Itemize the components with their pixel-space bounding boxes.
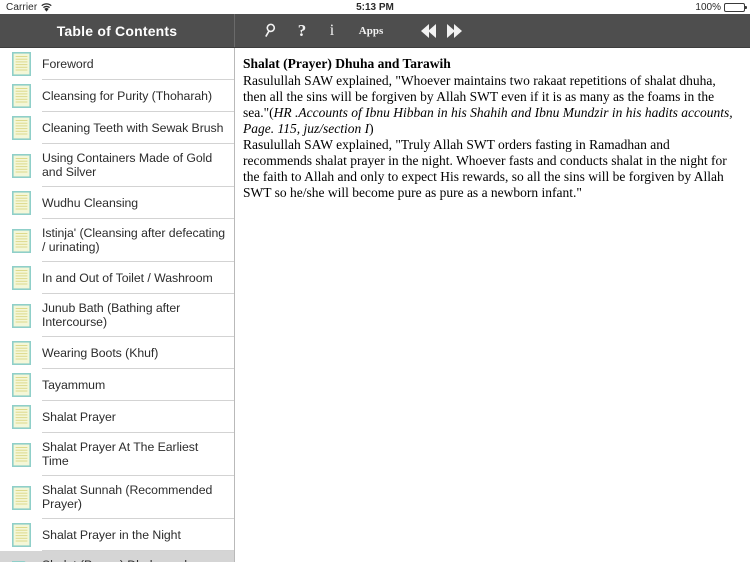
search-icon[interactable] — [251, 14, 287, 47]
status-bar: Carrier 5:13 PM 100% — [0, 0, 750, 14]
list-item-label: Shalat Prayer At The Earliest Time — [42, 440, 199, 468]
reader-pane: Shalat (Prayer) Dhuha and Tarawih Rasulu… — [235, 48, 750, 562]
list-item-label: Cleaning Teeth with Sewak Brush — [42, 120, 224, 135]
paragraph-1-citation: HR .Accounts of Ibnu Hibban in his Shahi… — [243, 105, 733, 136]
list-item-label: Shalat Sunnah (Recommended Prayer) — [42, 483, 213, 511]
list-item[interactable]: Shalat (Prayer) Dhuha and Tarawih — [0, 551, 234, 562]
previous-icon[interactable] — [415, 14, 441, 47]
list-item-label-cell: In and Out of Toilet / Washroom — [42, 262, 234, 294]
list-item-label: In and Out of Toilet / Washroom — [42, 270, 213, 285]
document-icon — [0, 219, 42, 262]
list-item-label-cell: Wearing Boots (Khuf) — [42, 337, 234, 369]
list-item-label: Wudhu Cleansing — [42, 195, 139, 210]
list-item[interactable]: Shalat Prayer At The Earliest Time — [0, 433, 234, 476]
chapter-paragraph-2: Rasulullah SAW explained, "Truly Allah S… — [243, 137, 727, 200]
content-area: Foreword Cleansing for Purity (Thoharah) C… — [0, 48, 750, 562]
document-icon — [0, 262, 42, 294]
table-of-contents-title: Table of Contents — [56, 22, 178, 39]
info-icon[interactable]: i — [317, 14, 347, 47]
list-item-label-cell: Foreword — [42, 48, 234, 80]
list-item[interactable]: Cleaning Teeth with Sewak Brush — [0, 112, 234, 144]
table-of-contents-list: Foreword Cleansing for Purity (Thoharah) C… — [0, 48, 234, 562]
list-item[interactable]: Wudhu Cleansing — [0, 187, 234, 219]
apps-button[interactable]: Apps — [347, 14, 395, 47]
list-item[interactable]: In and Out of Toilet / Washroom — [0, 262, 234, 294]
toolbar: Table of Contents ? i Apps — [0, 14, 750, 48]
list-item-label: Junub Bath (Bathing after Intercourse) — [42, 301, 181, 329]
list-item[interactable]: Shalat Prayer in the Night — [0, 519, 234, 551]
list-item-label-cell: Shalat Prayer in the Night — [42, 519, 234, 551]
list-item-label-cell: Shalat Sunnah (Recommended Prayer) — [42, 476, 234, 519]
list-item-label: Shalat Prayer — [42, 409, 116, 424]
chapter-title: Shalat (Prayer) Dhuha and Tarawih — [243, 56, 451, 71]
list-item[interactable]: Tayammum — [0, 369, 234, 401]
chapter-paragraph-1: Rasulullah SAW explained, "Whoever maint… — [243, 73, 740, 137]
list-item-label: Shalat (Prayer) Dhuha and Tarawih — [42, 558, 226, 562]
document-icon — [0, 519, 42, 551]
list-item-label: Istinja' (Cleansing after defecating / u… — [42, 226, 226, 254]
list-item-label: Shalat Prayer in the Night — [42, 527, 181, 542]
document-icon — [0, 48, 42, 80]
list-item[interactable]: Istinja' (Cleansing after defecating / u… — [0, 219, 234, 262]
list-item[interactable]: Foreword — [0, 48, 234, 80]
document-open-icon — [0, 551, 42, 562]
document-icon — [0, 112, 42, 144]
table-of-contents-sidebar[interactable]: Foreword Cleansing for Purity (Thoharah) C… — [0, 48, 235, 562]
list-item-label-cell: Shalat Prayer — [42, 401, 234, 433]
document-icon — [0, 476, 42, 519]
next-icon[interactable] — [441, 14, 467, 47]
list-item-label-cell: Shalat (Prayer) Dhuha and Tarawih — [42, 551, 234, 562]
list-item-label-cell: Tayammum — [42, 369, 234, 401]
battery-full-icon — [724, 2, 747, 12]
toolbar-buttons: ? i Apps — [235, 14, 750, 47]
list-item[interactable]: Cleansing for Purity (Thoharah) — [0, 80, 234, 112]
paragraph-1-tail: ) — [369, 121, 374, 136]
list-item[interactable]: Shalat Prayer — [0, 401, 234, 433]
document-icon — [0, 294, 42, 337]
list-item-label-cell: Cleansing for Purity (Thoharah) — [42, 80, 234, 112]
document-icon — [0, 187, 42, 219]
document-icon — [0, 369, 42, 401]
list-item-label: Foreword — [42, 56, 94, 71]
document-icon — [0, 433, 42, 476]
list-item-label-cell: Using Containers Made of Gold and Silver — [42, 144, 234, 187]
list-item-label: Wearing Boots (Khuf) — [42, 345, 159, 360]
list-item[interactable]: Junub Bath (Bathing after Intercourse) — [0, 294, 234, 337]
list-item[interactable]: Wearing Boots (Khuf) — [0, 337, 234, 369]
list-item-label-cell: Junub Bath (Bathing after Intercourse) — [42, 294, 234, 337]
document-icon — [0, 80, 42, 112]
list-item[interactable]: Using Containers Made of Gold and Silver — [0, 144, 234, 187]
sidebar-header: Table of Contents — [0, 14, 235, 47]
list-item-label: Cleansing for Purity (Thoharah) — [42, 88, 213, 103]
list-item[interactable]: Shalat Sunnah (Recommended Prayer) — [0, 476, 234, 519]
list-item-label: Using Containers Made of Gold and Silver — [42, 151, 213, 179]
document-icon — [0, 401, 42, 433]
document-icon — [0, 337, 42, 369]
list-item-label: Tayammum — [42, 377, 106, 392]
document-icon — [0, 144, 42, 187]
help-icon[interactable]: ? — [287, 14, 317, 47]
list-item-label-cell: Cleaning Teeth with Sewak Brush — [42, 112, 234, 144]
list-item-label-cell: Shalat Prayer At The Earliest Time — [42, 433, 234, 476]
list-item-label-cell: Istinja' (Cleansing after defecating / u… — [42, 219, 234, 262]
list-item-label-cell: Wudhu Cleansing — [42, 187, 234, 219]
status-bar-time: 5:13 PM — [356, 1, 394, 13]
